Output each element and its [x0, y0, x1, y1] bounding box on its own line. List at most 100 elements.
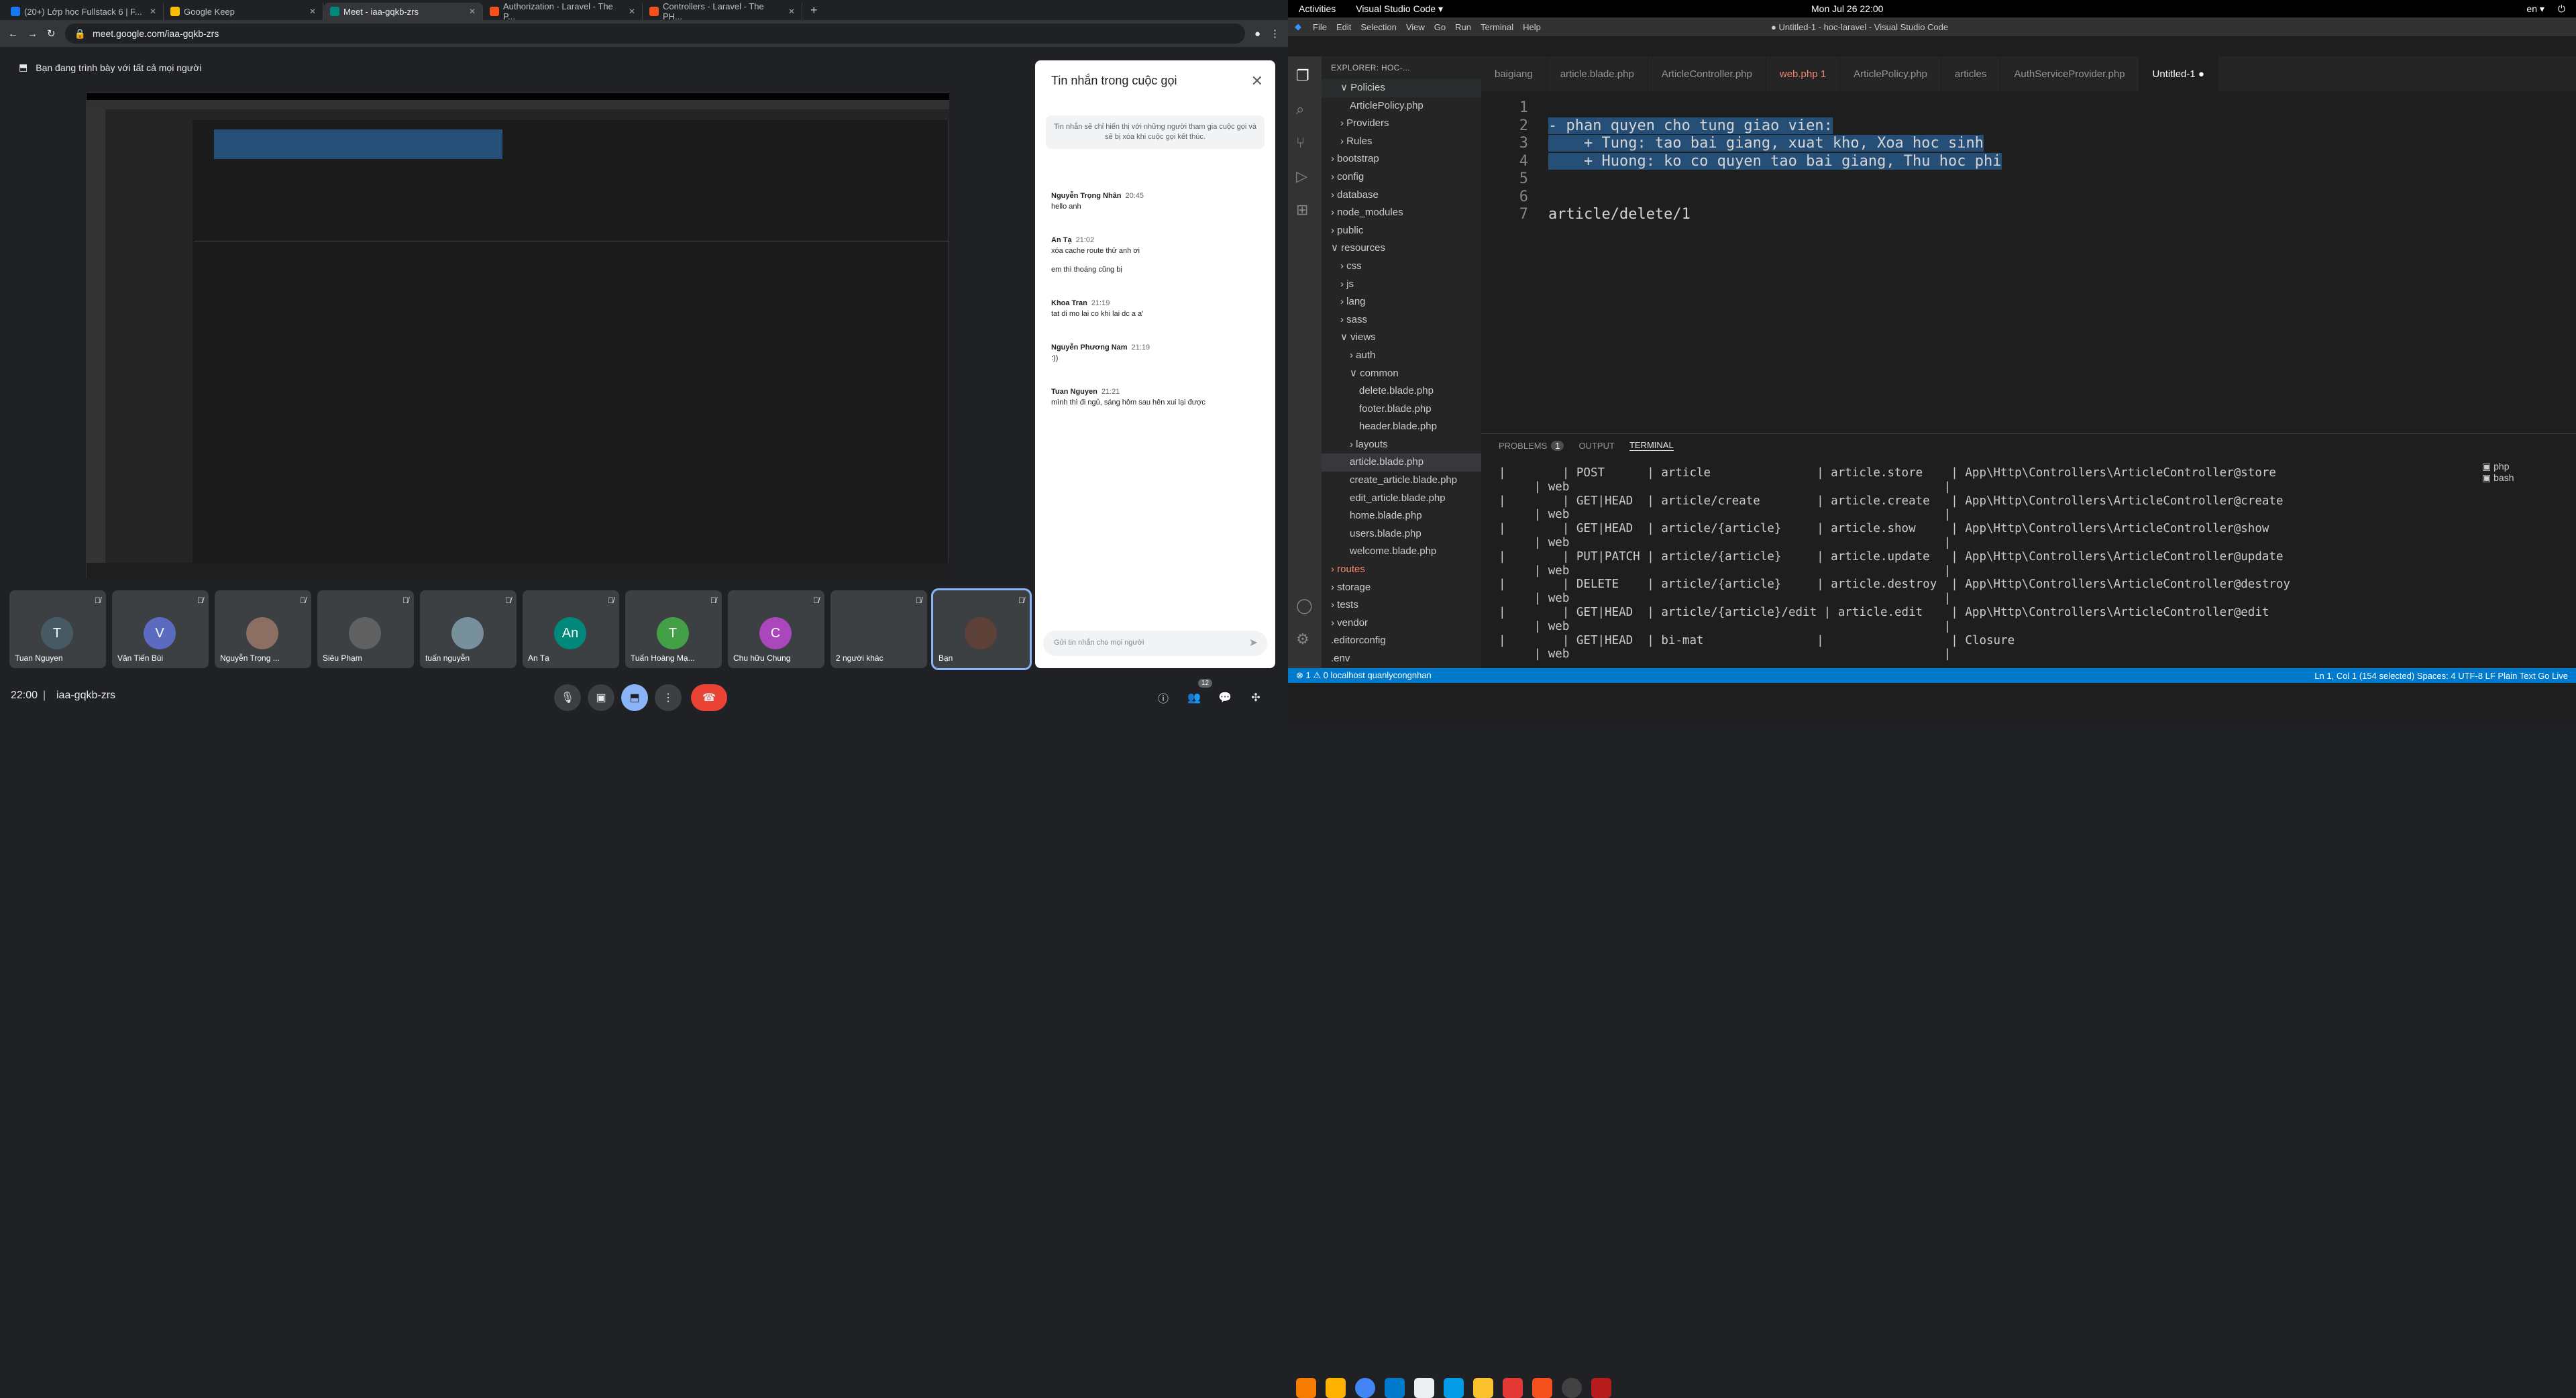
menu-item[interactable]: Run — [1455, 22, 1471, 32]
tree-item[interactable]: delete.blade.php — [1322, 382, 1481, 400]
tree-item[interactable]: ∨ views — [1322, 329, 1481, 347]
tree-item[interactable]: ∨ common — [1322, 365, 1481, 383]
power-icon[interactable]: ⏻ — [2558, 3, 2565, 15]
participant-tile[interactable]: Siêu Phạm 🎙̸ — [317, 590, 414, 668]
menu-item[interactable]: Edit — [1336, 22, 1351, 32]
tree-item[interactable]: ∨ Policies — [1322, 79, 1481, 97]
tree-item[interactable]: › tests — [1322, 596, 1481, 614]
menu-item[interactable]: Terminal — [1481, 22, 1513, 32]
participant-tile[interactable]: T Tuấn Hoàng Mạ... 🎙̸ — [625, 590, 722, 668]
tree-item[interactable]: create_article.blade.php — [1322, 472, 1481, 490]
send-icon[interactable]: ➤ — [1249, 636, 1258, 649]
menu-item[interactable]: View — [1406, 22, 1425, 32]
tree-item[interactable]: › database — [1322, 186, 1481, 205]
status-right[interactable]: Ln 1, Col 1 (154 selected) Spaces: 4 UTF… — [2314, 671, 2568, 681]
participant-tile[interactable]: V Văn Tiến Bùi 🎙̸ — [112, 590, 209, 668]
panel-tab[interactable]: OUTPUT — [1578, 441, 1614, 451]
more-options-button[interactable]: ⋮ — [655, 684, 682, 711]
chat-input[interactable]: Gửi tin nhắn cho mọi người — [1043, 631, 1267, 656]
search-icon[interactable]: ⌕ — [1296, 101, 1304, 118]
tree-item[interactable]: .editorconfig — [1322, 632, 1481, 650]
extensions-icon[interactable]: ⊞ — [1296, 201, 1308, 219]
browser-tab[interactable]: Authorization - Laravel - The P... ✕ — [483, 1, 643, 21]
tab-close-icon[interactable]: ✕ — [150, 7, 156, 16]
blocked-app-icon[interactable] — [1414, 1378, 1434, 1398]
editor-tab[interactable]: ArticlePolicy.php — [1840, 56, 1941, 91]
explorer-icon[interactable]: ❐ — [1296, 67, 1309, 85]
terminal-app-icon[interactable] — [1591, 1378, 1611, 1398]
tree-item[interactable]: › layouts — [1322, 436, 1481, 454]
calendar-app-icon[interactable] — [1444, 1378, 1464, 1398]
url-input[interactable]: 🔒 meet.google.com/iaa-gqkb-zrs — [64, 23, 1245, 44]
tree-item[interactable]: › Rules — [1322, 133, 1481, 151]
tree-item[interactable]: › lang — [1322, 293, 1481, 311]
info-icon[interactable]: ⓘ — [1150, 684, 1177, 711]
participant-tile[interactable]: Bạn 🎙̸ — [931, 588, 1032, 670]
tab-close-icon[interactable]: ✕ — [309, 7, 316, 16]
menu-item[interactable]: Help — [1523, 22, 1541, 32]
tree-item[interactable]: › storage — [1322, 579, 1481, 597]
tree-item[interactable]: footer.blade.php — [1322, 400, 1481, 419]
menu-item[interactable]: File — [1313, 22, 1327, 32]
code-line[interactable]: article/delete/1 — [1548, 206, 1690, 223]
editor-tab[interactable]: ArticleController.php — [1648, 56, 1766, 91]
sublime-app-icon[interactable] — [1326, 1378, 1346, 1398]
tree-item[interactable]: › bootstrap — [1322, 150, 1481, 168]
tree-item[interactable]: .env — [1322, 650, 1481, 668]
code-line[interactable]: + Huong: ko co quyen tao bai giang, Thu … — [1548, 152, 2002, 170]
editor-tab[interactable]: baigiang — [1481, 56, 1547, 91]
tree-item[interactable]: ∨ resources — [1322, 239, 1481, 258]
menu-item[interactable]: Go — [1434, 22, 1446, 32]
tree-item[interactable]: › auth — [1322, 347, 1481, 365]
code-line[interactable]: - phan quyen cho tung giao vien: — [1548, 117, 1833, 134]
tree-item[interactable]: edit_article.blade.php — [1322, 490, 1481, 508]
tree-item[interactable]: › css — [1322, 258, 1481, 276]
participant-tile[interactable]: An An Tạ 🎙̸ — [523, 590, 619, 668]
mic-button[interactable]: 🎙 — [554, 684, 581, 711]
tree-item[interactable]: ArticlePolicy.php — [1322, 97, 1481, 115]
forward-button[interactable]: → — [28, 28, 38, 40]
filezilla-app-icon[interactable] — [1503, 1378, 1523, 1398]
participant-tile[interactable]: T Tuan Nguyen 🎙̸ — [9, 590, 106, 668]
new-tab-button[interactable]: + — [810, 3, 818, 17]
browser-tab[interactable]: Google Keep ✕ — [164, 3, 323, 20]
tab-close-icon[interactable]: ✕ — [469, 7, 476, 16]
terminal-instance[interactable]: ▣ php — [2482, 461, 2576, 472]
editor-tab[interactable]: Untitled-1 ● — [2139, 56, 2218, 91]
panel-tab[interactable]: TERMINAL — [1629, 440, 1674, 451]
activities-button[interactable]: Activities — [1299, 3, 1336, 14]
tree-item[interactable]: welcome.blade.php — [1322, 543, 1481, 561]
source-control-icon[interactable]: ⑂ — [1296, 134, 1305, 152]
tree-item[interactable]: › vendor — [1322, 614, 1481, 633]
files-app-icon[interactable] — [1296, 1378, 1316, 1398]
tree-item[interactable]: home.blade.php — [1322, 507, 1481, 525]
terminal-output[interactable]: | | POST | article | article.store | App… — [1499, 466, 2290, 661]
account-icon[interactable]: ◯ — [1296, 597, 1313, 614]
vscode-app-icon[interactable] — [1385, 1378, 1405, 1398]
postman-app-icon[interactable] — [1532, 1378, 1552, 1398]
clock[interactable]: Mon Jul 26 22:00 — [1811, 3, 1883, 14]
browser-tab[interactable]: (20+) Lớp học Fullstack 6 | F... ✕ — [4, 3, 164, 20]
participant-tile[interactable]: Nguyễn Trọng ... 🎙̸ — [215, 590, 311, 668]
participant-tile[interactable]: tuấn nguyễn 🎙̸ — [420, 590, 517, 668]
menu-item[interactable]: Selection — [1360, 22, 1396, 32]
activities-icon[interactable]: ✣ — [1242, 684, 1269, 711]
tree-item[interactable]: › public — [1322, 222, 1481, 240]
people-icon[interactable]: 👥 — [1181, 684, 1208, 711]
tree-item[interactable]: › config — [1322, 168, 1481, 186]
tree-item[interactable]: › js — [1322, 276, 1481, 294]
tree-item[interactable]: › Providers — [1322, 115, 1481, 133]
menu-icon[interactable]: ⋮ — [1270, 28, 1280, 40]
camera-button[interactable]: ▣ — [588, 684, 614, 711]
chrome-app-icon[interactable] — [1355, 1378, 1375, 1398]
obs-app-icon[interactable] — [1562, 1378, 1582, 1398]
participant-tile[interactable]: C Chu hữu Chung 🎙̸ — [728, 590, 824, 668]
run-debug-icon[interactable]: ▷ — [1296, 168, 1307, 185]
browser-tab[interactable]: Meet - iaa-gqkb-zrs ✕ — [323, 3, 483, 20]
tab-close-icon[interactable]: ✕ — [629, 7, 635, 16]
language-indicator[interactable]: en ▾ — [2526, 3, 2544, 15]
tree-item[interactable]: header.blade.php — [1322, 418, 1481, 436]
tab-close-icon[interactable]: ✕ — [788, 7, 795, 16]
present-button[interactable]: ⬒ — [621, 684, 648, 711]
tree-item[interactable]: users.blade.php — [1322, 525, 1481, 543]
